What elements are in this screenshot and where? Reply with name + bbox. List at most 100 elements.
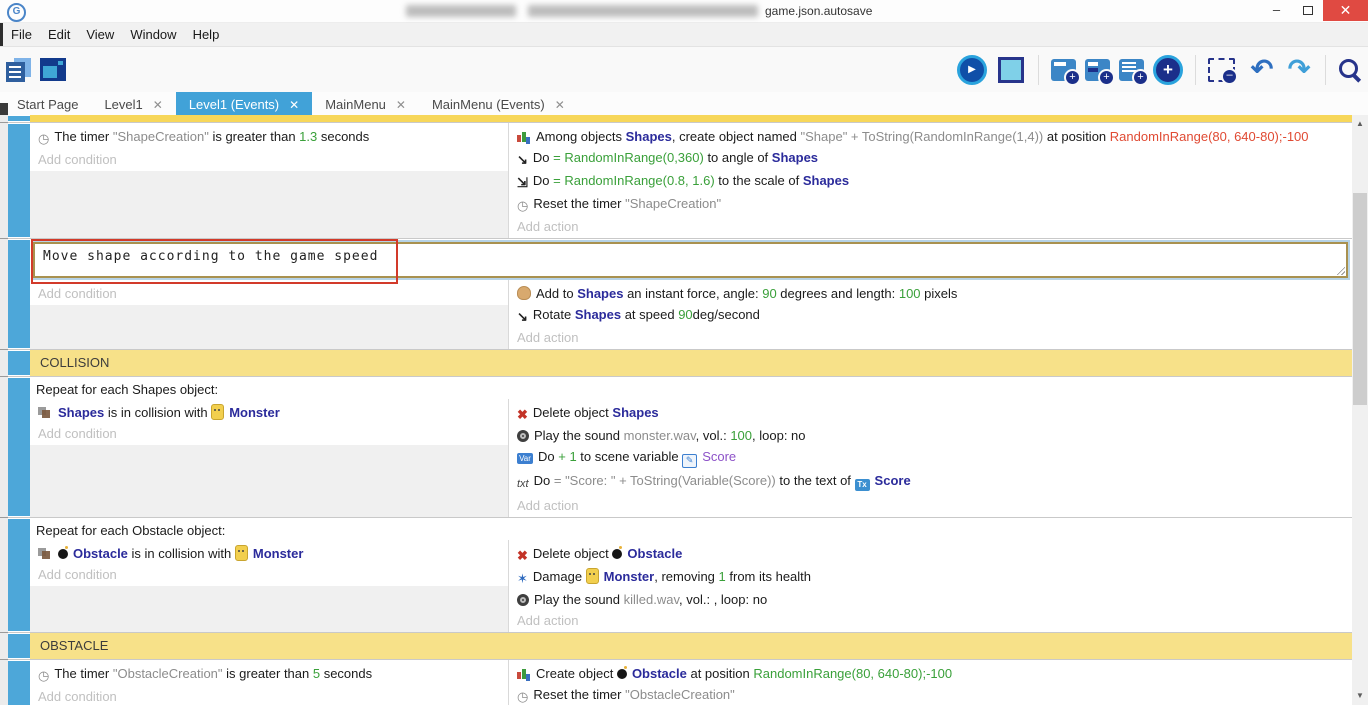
action-line[interactable]: Add to Shapes an instant force, angle: 9…	[509, 283, 1352, 304]
bomb-icon	[612, 549, 622, 559]
action-line[interactable]: Play the sound killed.wav, vol.: , loop:…	[509, 589, 1352, 610]
add-condition-link[interactable]: Add condition	[30, 423, 508, 445]
event-selection-bar[interactable]	[8, 240, 30, 348]
vertical-scrollbar[interactable]: ▲ ▼	[1352, 115, 1368, 705]
tab-mainmenu[interactable]: MainMenu	[312, 92, 419, 117]
event-content: Repeat for each Shapes object: Shapes is …	[30, 377, 1352, 517]
debug-icon[interactable]	[998, 57, 1024, 83]
text-segment: is in collision with	[104, 405, 211, 420]
redo-icon[interactable]	[1285, 57, 1313, 83]
scrollbar-thumb[interactable]	[1353, 193, 1367, 405]
action-line[interactable]: Play the sound monster.wav, vol.: 100, l…	[509, 425, 1352, 446]
add-subevent-icon[interactable]	[1085, 59, 1110, 81]
create-icon	[517, 668, 531, 680]
action-line[interactable]: Reset the timer "ObstacleCreation"	[509, 684, 1352, 705]
action-line[interactable]: Delete object Obstacle	[509, 543, 1352, 566]
foreach-header[interactable]: Repeat for each Shapes object:	[30, 377, 1352, 399]
menu-file[interactable]: File	[6, 27, 43, 42]
action-line[interactable]: Delete object Shapes	[509, 402, 1352, 425]
action-line[interactable]: Damage Monster, removing 1 from its heal…	[509, 566, 1352, 589]
action-line[interactable]: Do = "Score: " + ToString(Variable(Score…	[509, 470, 1352, 495]
add-condition-link[interactable]: Add condition	[30, 149, 508, 171]
action-line[interactable]: Do = RandomInRange(0,360) to angle of Sh…	[509, 147, 1352, 170]
open-project-icon[interactable]	[6, 58, 31, 82]
section-label[interactable]: COLLISION	[30, 350, 1352, 376]
add-action-link[interactable]: Add action	[509, 327, 1352, 349]
event-selection-bar[interactable]	[8, 124, 30, 237]
text-segment: to angle of	[704, 150, 772, 165]
force-icon	[517, 286, 531, 300]
add-comment-icon[interactable]	[1119, 59, 1144, 81]
minimize-button-icon[interactable]: –	[1261, 0, 1292, 21]
event-content	[30, 115, 1352, 122]
scroll-down-icon[interactable]: ▼	[1352, 688, 1368, 704]
condition-line[interactable]: The timer "ObstacleCreation" is greater …	[30, 663, 508, 686]
tab-close-icon[interactable]	[289, 98, 299, 112]
add-condition-link[interactable]: Add condition	[30, 283, 508, 305]
maximize-button-icon[interactable]	[1292, 0, 1323, 21]
menu-view[interactable]: View	[81, 27, 125, 42]
tab-level1[interactable]: Level1	[91, 92, 175, 117]
tab-level1-events-[interactable]: Level1 (Events)	[176, 92, 312, 117]
text-segment: Shapes	[626, 129, 672, 144]
event-row: Repeat for each Shapes object: Shapes is …	[8, 376, 1352, 517]
text-segment: 100	[730, 428, 752, 443]
tab-close-icon[interactable]	[555, 98, 565, 112]
text-segment: Shapes	[612, 405, 658, 420]
condition-line[interactable]: Shapes is in collision with Monster	[30, 402, 508, 423]
add-event-icon[interactable]	[1051, 59, 1076, 81]
menu-bar: FileEditViewWindowHelp	[0, 23, 1368, 47]
preview-play-icon[interactable]	[957, 55, 987, 85]
menu-window[interactable]: Window	[125, 27, 187, 42]
close-button-icon[interactable]: ✕	[1323, 0, 1368, 21]
add-action-link[interactable]: Add action	[509, 495, 1352, 517]
add-action-link[interactable]: Add action	[509, 216, 1352, 238]
angle-icon	[517, 308, 528, 325]
condition-line[interactable]: Obstacle is in collision with Monster	[30, 543, 508, 564]
foreach-header[interactable]: Repeat for each Obstacle object:	[30, 518, 1352, 540]
event-selection-bar[interactable]	[8, 351, 30, 375]
tab-close-icon[interactable]	[396, 98, 406, 112]
action-line[interactable]: Do + 1 to scene variable Score	[509, 446, 1352, 470]
event-selection-bar[interactable]	[8, 661, 30, 705]
resize-grip-icon[interactable]	[1334, 264, 1345, 275]
monster-icon	[211, 404, 224, 420]
action-line[interactable]: Rotate Shapes at speed 90deg/second	[509, 304, 1352, 327]
menu-edit[interactable]: Edit	[43, 27, 81, 42]
undo-icon[interactable]	[1248, 57, 1276, 83]
comment-edit-area: Move shape according to the game speed	[30, 239, 1352, 280]
text-segment: , vol.:	[696, 428, 731, 443]
menu-help[interactable]: Help	[188, 27, 231, 42]
text-segment: Reset the timer	[533, 687, 625, 702]
tab-close-icon[interactable]	[153, 98, 163, 112]
remove-event-icon[interactable]	[1208, 58, 1235, 82]
conditions-column: The timer "ObstacleCreation" is greater …	[30, 660, 509, 705]
search-icon[interactable]	[1338, 58, 1362, 82]
scroll-up-icon[interactable]: ▲	[1352, 116, 1368, 132]
scene-editor-icon[interactable]	[40, 58, 66, 81]
action-line[interactable]: Create object Obstacle at position Rando…	[509, 663, 1352, 684]
txt-icon	[517, 474, 529, 493]
event-selection-bar[interactable]	[8, 378, 30, 516]
add-action-link[interactable]: Add action	[509, 610, 1352, 632]
tab-mainmenu-events-[interactable]: MainMenu (Events)	[419, 92, 578, 117]
add-condition-link[interactable]: Add condition	[30, 686, 508, 705]
action-line[interactable]: Reset the timer "ShapeCreation"	[509, 193, 1352, 216]
section-label[interactable]: OBSTACLE	[30, 633, 1352, 659]
action-line[interactable]: Among objects Shapes, create object name…	[509, 126, 1352, 147]
tab-start-page[interactable]: Start Page	[4, 92, 91, 117]
action-line[interactable]: Do = RandomInRange(0.8, 1.6) to the scal…	[509, 170, 1352, 193]
event-selection-bar[interactable]	[8, 519, 30, 631]
bomb-icon	[58, 549, 68, 559]
add-other-event-icon[interactable]	[1153, 55, 1183, 85]
empty-area	[30, 586, 508, 632]
add-condition-link[interactable]: Add condition	[30, 564, 508, 586]
event-selection-bar[interactable]	[8, 634, 30, 658]
event-selection-bar[interactable]	[8, 116, 30, 121]
damage-icon	[517, 570, 528, 587]
text-segment: Shapes	[772, 150, 818, 165]
text-segment: RandomInRange(80, 640-80);-100	[753, 666, 952, 681]
text-segment: Among objects	[536, 129, 626, 144]
comment-text-input[interactable]: Move shape according to the game speed	[33, 242, 1348, 278]
condition-line[interactable]: The timer "ShapeCreation" is greater tha…	[30, 126, 508, 149]
